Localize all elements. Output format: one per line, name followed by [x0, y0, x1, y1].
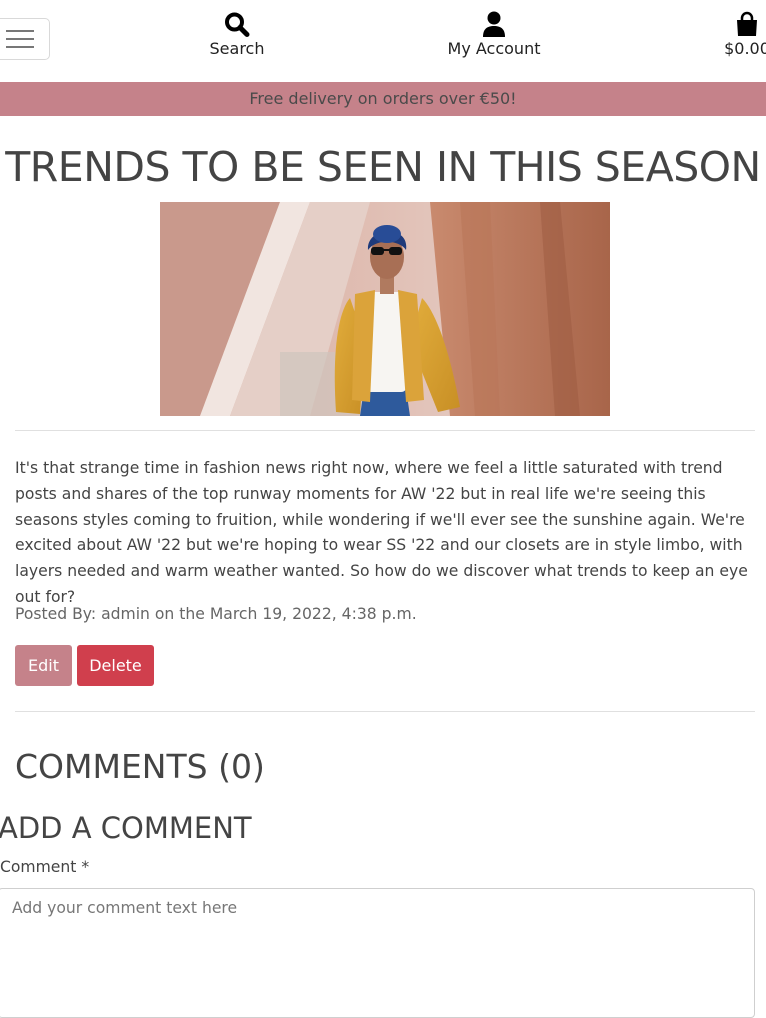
comments-heading: COMMENTS (0) [15, 747, 265, 786]
user-icon [483, 11, 505, 37]
post-image-illustration [160, 202, 610, 416]
nav-search-label: Search [209, 39, 265, 58]
edit-button[interactable]: Edit [15, 645, 72, 686]
bag-total-label: $0.00 [724, 39, 766, 58]
search-icon [225, 12, 250, 37]
post-meta: Posted By: admin on the March 19, 2022, … [15, 605, 417, 623]
menu-toggle-button[interactable] [0, 18, 50, 60]
shopping-bag-icon [737, 11, 757, 36]
nav-bag-link[interactable]: $0.00 [716, 10, 766, 60]
delivery-banner: Free delivery on orders over €50! [0, 82, 766, 116]
comment-field-label: Comment * [0, 858, 90, 876]
post-title: TRENDS TO BE SEEN IN THIS SEASON [5, 143, 761, 191]
hamburger-icon-bar [6, 46, 34, 48]
delete-button[interactable]: Delete [77, 645, 154, 686]
nav-account-link[interactable]: My Account [434, 10, 554, 60]
nav-search-link[interactable]: Search [196, 10, 278, 60]
add-comment-heading: ADD A COMMENT [0, 811, 252, 845]
hamburger-icon [6, 30, 34, 32]
divider [15, 711, 755, 712]
comment-input[interactable] [0, 888, 755, 1018]
divider [15, 430, 755, 431]
post-body: It's that strange time in fashion news r… [15, 459, 748, 606]
post-image [160, 202, 610, 416]
hamburger-icon-bar [6, 38, 34, 40]
top-navbar: Search My Account $0.00 [0, 0, 766, 82]
nav-account-label: My Account [447, 39, 541, 58]
